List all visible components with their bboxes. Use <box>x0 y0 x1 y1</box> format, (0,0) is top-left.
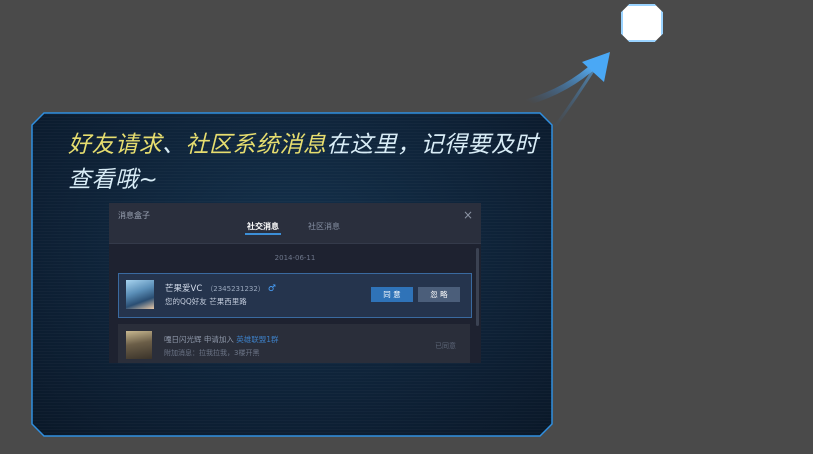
group-request-item: 嘎日闪光辉 申请加入 英雄联盟1群 附加消息：拉我拉我，3楼开黑 已同意 <box>118 324 470 363</box>
message-date: 2014-06-11 <box>274 254 316 262</box>
tip-highlight-friend-request: 好友请求 <box>68 132 162 158</box>
friend-request-item: 芒果爱VC （2345231232） ♂ 您的QQ好友 芒果西里路 同 意 忽 略 <box>118 273 472 318</box>
request-sender-id: （2345231232） <box>206 285 265 293</box>
male-gender-icon: ♂ <box>267 284 276 294</box>
agree-button[interactable]: 同 意 <box>371 287 413 302</box>
close-icon[interactable]: × <box>463 208 473 222</box>
avatar <box>126 280 154 309</box>
group-request-action: 申请加入 <box>201 335 237 344</box>
message-box-title: 消息盒子 <box>118 211 150 220</box>
tab-social-messages[interactable]: 社交消息 <box>245 221 281 235</box>
group-request-line: 嘎日闪光辉 申请加入 英雄联盟1群 <box>164 334 279 345</box>
scrollbar[interactable] <box>476 248 479 326</box>
tab-community-messages[interactable]: 社区消息 <box>308 221 340 232</box>
tip-separator: 、 <box>162 132 186 158</box>
message-box: 消息盒子 × 社交消息 社区消息 2014-06-11 芒果爱VC （234523… <box>109 203 481 363</box>
request-description: 您的QQ好友 芒果西里路 <box>165 297 247 306</box>
avatar <box>126 331 152 359</box>
group-request-sender: 嘎日闪光辉 <box>164 335 202 344</box>
highlighted-message-button[interactable] <box>621 4 663 42</box>
message-box-header: 消息盒子 × 社交消息 社区消息 <box>109 203 481 244</box>
request-sender-name: 芒果爱VC <box>165 284 203 294</box>
request-sender: 芒果爱VC （2345231232） ♂ <box>165 282 276 294</box>
status-badge: 已同意 <box>435 342 456 350</box>
group-link[interactable]: 英雄联盟1群 <box>236 335 278 344</box>
group-request-note: 附加消息：拉我拉我，3楼开黑 <box>164 349 260 357</box>
tip-highlight-community: 社区系统消息 <box>185 132 327 158</box>
tip-text: 好友请求、社区系统消息在这里，记得要及时查看哦~ <box>68 128 538 198</box>
ignore-button[interactable]: 忽 略 <box>418 287 460 302</box>
